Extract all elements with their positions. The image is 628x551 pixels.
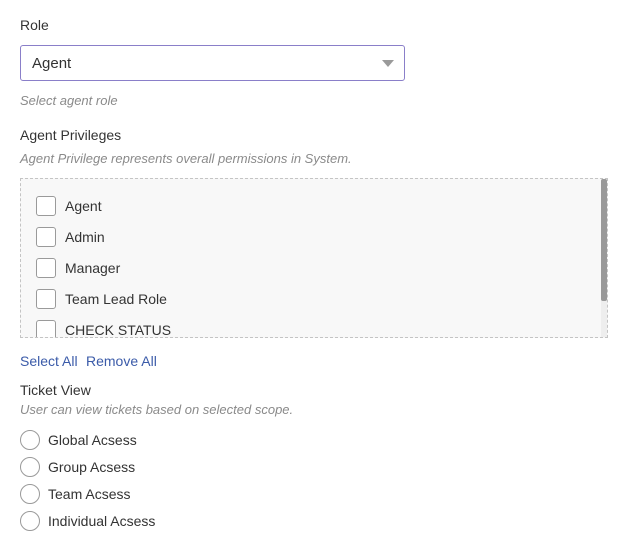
- role-select[interactable]: Agent: [20, 45, 405, 81]
- privilege-label: CHECK STATUS: [65, 322, 172, 338]
- privilege-label: Agent: [65, 198, 102, 214]
- scrollbar-thumb[interactable]: [601, 179, 607, 301]
- privilege-label: Admin: [65, 229, 105, 245]
- ticket-view-option-global[interactable]: Global Acsess: [20, 429, 137, 451]
- role-hint: Select agent role: [20, 93, 118, 108]
- privilege-label: Team Lead Role: [65, 291, 167, 307]
- radio-label: Individual Acsess: [48, 513, 156, 529]
- radio-button[interactable]: [20, 457, 40, 477]
- privileges-label: Agent Privileges: [20, 127, 122, 143]
- remove-all-link[interactable]: Remove All: [86, 353, 157, 369]
- privilege-checkbox[interactable]: [36, 196, 56, 216]
- privilege-item-check-status[interactable]: CHECK STATUS: [36, 318, 172, 338]
- radio-label: Group Acsess: [48, 459, 136, 475]
- privilege-label: Manager: [65, 260, 121, 276]
- select-all-link[interactable]: Select All: [20, 353, 78, 369]
- radio-button[interactable]: [20, 511, 40, 531]
- radio-label: Global Acsess: [48, 432, 137, 448]
- ticket-view-option-team[interactable]: Team Acsess: [20, 483, 130, 505]
- role-label: Role: [20, 17, 49, 33]
- privilege-checkbox[interactable]: [36, 320, 56, 337]
- ticket-view-label: Ticket View: [20, 382, 91, 398]
- privilege-item-admin[interactable]: Admin: [36, 225, 105, 249]
- privileges-hint: Agent Privilege represents overall permi…: [20, 151, 352, 166]
- radio-button[interactable]: [20, 484, 40, 504]
- privilege-item-agent[interactable]: Agent: [36, 194, 102, 218]
- ticket-view-option-group[interactable]: Group Acsess: [20, 456, 135, 478]
- privilege-checkbox[interactable]: [36, 227, 56, 247]
- radio-label: Team Acsess: [48, 486, 131, 502]
- privileges-list: Agent Admin Manager Team Lead Role CHECK…: [20, 178, 608, 338]
- privilege-item-manager[interactable]: Manager: [36, 256, 120, 280]
- chevron-down-icon: [382, 60, 394, 67]
- privilege-item-team-lead[interactable]: Team Lead Role: [36, 287, 167, 311]
- radio-button[interactable]: [20, 430, 40, 450]
- role-select-value: Agent: [32, 54, 72, 72]
- privilege-checkbox[interactable]: [36, 289, 56, 309]
- ticket-view-hint: User can view tickets based on selected …: [20, 402, 294, 417]
- privileges-scrollbar[interactable]: [601, 179, 607, 337]
- ticket-view-option-individual[interactable]: Individual Acsess: [20, 510, 155, 532]
- privilege-checkbox[interactable]: [36, 258, 56, 278]
